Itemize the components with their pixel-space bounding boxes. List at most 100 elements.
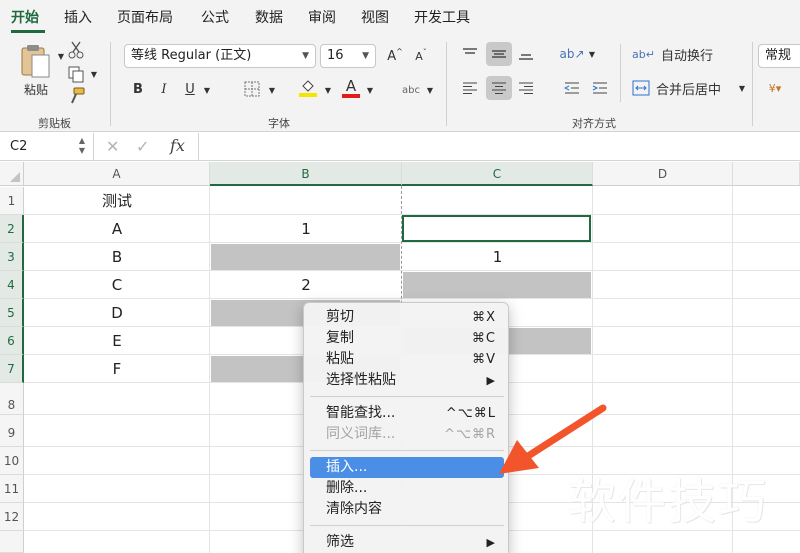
row-header[interactable]: 3	[0, 243, 24, 271]
align-bottom-button[interactable]	[514, 42, 538, 66]
tab-review[interactable]: 审阅	[308, 7, 336, 27]
align-left-button[interactable]	[458, 76, 482, 100]
menu-item-copy[interactable]: 复制 ⌘C	[310, 328, 504, 349]
tab-home[interactable]: 开始	[11, 7, 39, 27]
font-color-dropdown-icon[interactable]: ▼	[364, 84, 376, 96]
cell-a5[interactable]: D	[24, 299, 210, 327]
cell-c3[interactable]: 1	[402, 243, 593, 271]
column-header-c[interactable]: C	[402, 162, 593, 186]
wrap-text-button[interactable]: ab↵ 自动换行	[632, 42, 750, 66]
menu-item-clear-contents[interactable]: 清除内容	[310, 499, 504, 520]
row-header[interactable]: 1	[0, 187, 24, 215]
tab-developer[interactable]: 开发工具	[414, 7, 470, 27]
merge-center-button[interactable]: 合并后居中	[632, 76, 744, 100]
align-middle-button[interactable]	[486, 42, 512, 66]
increase-font-size-icon: A	[387, 48, 397, 64]
shaded-cell-b3[interactable]	[211, 244, 400, 270]
currency-format-icon[interactable]: ¥▾	[760, 76, 790, 100]
name-box[interactable]: C2 ▲ ▼	[0, 133, 94, 161]
name-box-stepper-icon[interactable]: ▲ ▼	[79, 136, 85, 156]
column-header-e[interactable]	[733, 162, 800, 186]
row-header[interactable]: 4	[0, 271, 24, 299]
merge-dropdown-icon[interactable]: ▼	[736, 82, 748, 94]
cell-a2[interactable]: A	[24, 215, 210, 243]
cell-b2[interactable]: 1	[210, 215, 402, 243]
column-header-d[interactable]: D	[593, 162, 733, 186]
format-painter-icon[interactable]	[64, 86, 88, 106]
select-all-button[interactable]	[0, 162, 24, 186]
menu-item-filter[interactable]: 筛选 ▶	[310, 532, 504, 553]
column-header-a[interactable]: A	[24, 162, 210, 186]
ribbon-separator	[446, 42, 447, 126]
menu-item-label: 剪切	[326, 309, 354, 325]
cut-icon[interactable]	[66, 40, 86, 60]
phonetic-guide-button[interactable]: abc	[398, 78, 424, 102]
font-name-select[interactable]: 等线 Regular (正文) ▼	[124, 44, 316, 68]
italic-button[interactable]: I	[154, 78, 174, 100]
tab-page-layout[interactable]: 页面布局	[117, 7, 173, 27]
decrease-indent-button[interactable]	[560, 76, 584, 100]
number-format-select[interactable]: 常规	[758, 44, 800, 68]
tab-insert[interactable]: 插入	[64, 7, 92, 27]
font-size-select[interactable]: 16 ▼	[320, 44, 376, 68]
shaded-cell-c4[interactable]	[403, 272, 591, 298]
confirm-entry-icon[interactable]: ✓	[136, 137, 149, 156]
row-header[interactable]: 8	[0, 383, 24, 415]
submenu-arrow-icon: ▶	[486, 536, 496, 549]
cell-a3[interactable]: B	[24, 243, 210, 271]
cell-a7[interactable]: F	[24, 355, 210, 383]
align-top-button[interactable]	[458, 42, 482, 66]
copy-icon[interactable]	[64, 64, 88, 84]
row-header[interactable]: 7	[0, 355, 24, 383]
borders-dropdown-icon[interactable]: ▼	[266, 84, 278, 96]
menu-item-cut[interactable]: 剪切 ⌘X	[310, 307, 504, 328]
align-right-button[interactable]	[514, 76, 538, 100]
shortcut-label: ⌘C	[471, 331, 496, 346]
decrease-font-size-button[interactable]: Aˇ	[410, 44, 432, 68]
orientation-dropdown-icon[interactable]: ▼	[586, 48, 598, 60]
font-group-label: 字体	[268, 117, 290, 130]
tab-view[interactable]: 视图	[361, 7, 389, 27]
cell-a4[interactable]: C	[24, 271, 210, 299]
bold-button[interactable]: B	[128, 78, 148, 100]
cell-a1[interactable]: 测试	[24, 187, 210, 215]
menu-separator	[310, 396, 504, 397]
column-header-b[interactable]: B	[210, 162, 402, 186]
underline-button[interactable]: U	[180, 78, 200, 100]
orientation-icon[interactable]: ab↗	[559, 42, 584, 66]
paste-dropdown-icon[interactable]: ▼	[56, 50, 66, 62]
active-cell-c2[interactable]	[402, 215, 591, 242]
fill-color-button[interactable]	[296, 76, 320, 100]
row-header[interactable]: 10	[0, 447, 24, 475]
tab-formulas[interactable]: 公式	[201, 7, 229, 27]
row-header[interactable]: 11	[0, 475, 24, 503]
menu-item-smart-lookup[interactable]: 智能查找... ^⌥⌘L	[310, 403, 504, 424]
paste-button[interactable]: 粘贴	[12, 42, 60, 98]
fill-color-dropdown-icon[interactable]: ▼	[322, 84, 334, 96]
row-header[interactable]: 2	[0, 215, 24, 243]
row-header[interactable]: 5	[0, 299, 24, 327]
underline-dropdown-icon[interactable]: ▼	[200, 84, 214, 96]
font-color-button[interactable]: A	[340, 76, 362, 100]
increase-indent-button[interactable]	[588, 76, 612, 100]
menu-item-paste-special[interactable]: 选择性粘贴 ▶	[310, 370, 504, 391]
menu-item-insert[interactable]: 插入...	[310, 457, 504, 478]
phonetic-dropdown-icon[interactable]: ▼	[424, 84, 436, 96]
row-header[interactable]: 6	[0, 327, 24, 355]
row-header[interactable]: 12	[0, 503, 24, 531]
cell-b4[interactable]: 2	[210, 271, 402, 299]
borders-button[interactable]	[240, 78, 264, 100]
number-format-value: 常规	[765, 48, 792, 63]
row-header[interactable]: 9	[0, 415, 24, 447]
menu-item-delete[interactable]: 删除...	[310, 478, 504, 499]
insert-function-icon[interactable]: fx	[170, 136, 185, 155]
cancel-entry-icon[interactable]: ✕	[106, 137, 119, 156]
copy-dropdown-icon[interactable]: ▼	[89, 68, 99, 80]
align-center-button[interactable]	[486, 76, 512, 100]
increase-font-size-button[interactable]: A ^	[384, 44, 406, 68]
cell-a6[interactable]: E	[24, 327, 210, 355]
row-header[interactable]	[0, 531, 24, 553]
menu-item-paste[interactable]: 粘贴 ⌘V	[310, 349, 504, 370]
tab-data[interactable]: 数据	[255, 7, 283, 27]
ribbon: 粘贴 ▼ ▼ 剪贴板 等线 Regular (正文) ▼ 16 ▼ A ^ Aˇ …	[0, 36, 800, 132]
